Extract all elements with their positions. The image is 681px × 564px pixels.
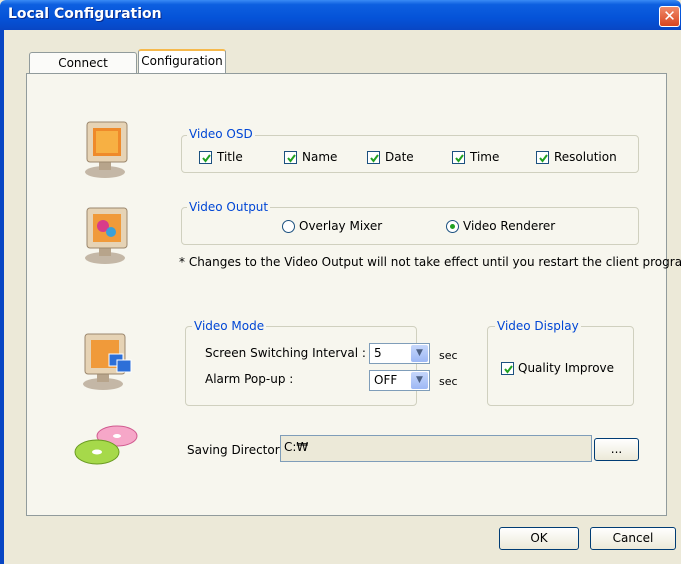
overlay-mixer-radio[interactable] — [282, 220, 295, 233]
ok-button-label: OK — [530, 531, 548, 545]
checkmark-icon — [370, 154, 379, 163]
title-bar: Local Configuration ✕ — [0, 0, 681, 30]
video-output-label: Video Output — [187, 200, 271, 214]
alarm-popup-value: OFF — [374, 373, 398, 387]
date-checkbox[interactable] — [367, 151, 380, 164]
video-osd-label: Video OSD — [187, 127, 255, 141]
radio-selected-dot — [450, 224, 455, 229]
alarm-popup-label: Alarm Pop-up : — [205, 372, 294, 386]
video-mode-label: Video Mode — [192, 319, 267, 333]
video-renderer-label: Video Renderer — [463, 219, 556, 233]
monitor-multiview-icon — [83, 333, 132, 390]
configuration-panel: Video OSD Title Name Date Time Resolutio… — [26, 73, 681, 516]
tab-configuration[interactable]: Configuration — [138, 49, 226, 74]
checkmark-icon — [287, 154, 296, 163]
cancel-button-label: Cancel — [612, 531, 654, 545]
checkmark-icon — [202, 154, 211, 163]
close-icon: ✕ — [663, 7, 676, 25]
local-configuration-window: Local Configuration ✕ Connect Manager Co… — [0, 0, 681, 564]
chevron-down-icon: ▼ — [416, 375, 423, 385]
tab-configuration-label: Configuration — [141, 54, 223, 68]
monitor-output-icon — [85, 207, 128, 264]
name-checkbox[interactable] — [284, 151, 297, 164]
alarm-popup-select[interactable]: OFF ▼ — [369, 370, 430, 391]
checkmark-icon — [504, 365, 513, 374]
saving-directory-label: Saving Directory — [187, 443, 287, 457]
window-title: Local Configuration — [8, 6, 162, 22]
video-display-label: Video Display — [495, 319, 581, 333]
dropdown-arrow-button[interactable]: ▼ — [411, 372, 428, 389]
resolution-checkbox-label: Resolution — [554, 150, 617, 164]
window-border — [0, 30, 4, 564]
time-checkbox-label: Time — [470, 150, 500, 164]
quality-improve-label: Quality Improve — [518, 361, 615, 375]
close-button[interactable]: ✕ — [659, 6, 680, 27]
cd-disc-icon — [74, 425, 138, 465]
resolution-checkbox[interactable] — [536, 151, 549, 164]
monitor-osd-icon — [85, 121, 128, 178]
title-checkbox-label: Title — [217, 150, 243, 164]
browse-button[interactable]: ... — [594, 438, 639, 461]
video-renderer-radio[interactable] — [446, 220, 459, 233]
video-mode-group — [185, 326, 417, 406]
browse-button-label: ... — [610, 442, 623, 456]
screen-switching-label: Screen Switching Interval : — [205, 346, 366, 360]
name-checkbox-label: Name — [302, 150, 338, 164]
overlay-mixer-label: Overlay Mixer — [299, 219, 383, 233]
screen-switching-unit: sec — [439, 349, 458, 362]
saving-directory-input[interactable]: C:₩ — [280, 435, 592, 462]
alarm-popup-unit: sec — [439, 375, 458, 388]
screen-switching-select[interactable]: 5 ▼ — [369, 343, 430, 364]
quality-improve-checkbox[interactable] — [501, 362, 514, 375]
screen-switching-value: 5 — [374, 346, 382, 360]
title-checkbox[interactable] — [199, 151, 212, 164]
checkmark-icon — [539, 154, 548, 163]
cancel-button[interactable]: Cancel — [590, 527, 676, 550]
date-checkbox-label: Date — [385, 150, 414, 164]
time-checkbox[interactable] — [452, 151, 465, 164]
checkmark-icon — [455, 154, 464, 163]
dropdown-arrow-button[interactable]: ▼ — [411, 345, 428, 362]
chevron-down-icon: ▼ — [416, 348, 423, 358]
video-output-note: * Changes to the Video Output will not t… — [179, 255, 681, 269]
tab-connect-manager[interactable]: Connect Manager — [29, 52, 137, 90]
saving-directory-value: C:₩ — [284, 440, 309, 454]
ok-button[interactable]: OK — [499, 527, 579, 550]
